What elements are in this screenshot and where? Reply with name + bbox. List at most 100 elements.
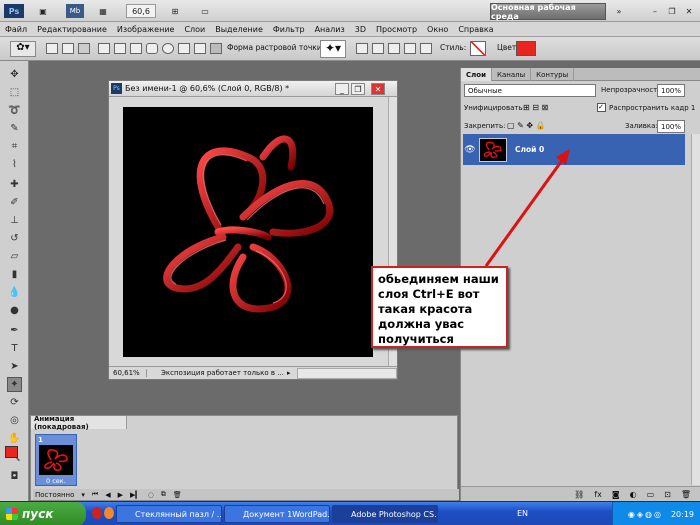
- style-picker[interactable]: [470, 41, 486, 56]
- animation-tab[interactable]: Анимация (покадровая): [31, 415, 127, 431]
- move-tool-icon[interactable]: ✥: [7, 67, 22, 82]
- taskbar-item-opera[interactable]: Стеклянный пазл / ...: [116, 505, 222, 523]
- lasso-tool-icon[interactable]: ➰: [7, 103, 22, 118]
- first-frame-icon[interactable]: ⏮: [92, 490, 98, 499]
- zoom-field[interactable]: 60,61%: [109, 369, 147, 377]
- freeform-pen-icon[interactable]: [114, 43, 126, 54]
- minimize-icon[interactable]: –: [648, 4, 662, 18]
- menu-filter[interactable]: Фильтр: [268, 25, 310, 34]
- path-select-tool-icon[interactable]: ➤: [7, 359, 22, 374]
- tween-icon[interactable]: ◌: [148, 491, 154, 499]
- restore-icon[interactable]: ❐: [665, 4, 679, 18]
- clone-stamp-icon[interactable]: ⊥: [7, 213, 22, 228]
- opacity-field[interactable]: 100%: [657, 84, 685, 97]
- clock[interactable]: 20:19: [671, 510, 694, 519]
- doc-minimize-icon[interactable]: _: [335, 83, 349, 95]
- document-titlebar[interactable]: Ps Без имени-1 @ 60,6% (Слой 0, RGB/8) *…: [109, 81, 397, 97]
- pen-tool-icon-box[interactable]: ✒: [7, 323, 22, 338]
- menu-view[interactable]: Просмотр: [371, 25, 422, 34]
- lock-buttons-icon[interactable]: ▢ ✎ ✥ 🔒: [507, 121, 546, 130]
- zoom-level-field[interactable]: 60,6: [126, 4, 156, 18]
- taskbar-item-photoshop[interactable]: Adobe Photoshop CS...: [332, 505, 438, 523]
- menu-image[interactable]: Изображение: [112, 25, 180, 34]
- menu-file[interactable]: Файл: [0, 25, 32, 34]
- menu-help[interactable]: Справка: [453, 25, 498, 34]
- quick-mask-icon[interactable]: ◘: [7, 469, 22, 484]
- loop-select[interactable]: Постоянно: [33, 491, 74, 499]
- rounded-rectangle-tool-icon[interactable]: [146, 43, 158, 54]
- 3d-camera-tool-icon[interactable]: ◎: [7, 413, 22, 428]
- new-layer-icon[interactable]: ⊡: [664, 490, 671, 499]
- frame-time[interactable]: 0 сек.: [46, 477, 66, 485]
- canvas[interactable]: [123, 107, 373, 357]
- custom-shape-tool-icon[interactable]: [210, 43, 222, 54]
- workspace-switcher[interactable]: Основная рабочая среда: [490, 3, 606, 21]
- screen-mode-icon[interactable]: ▭: [196, 4, 214, 18]
- workspace-menu-icon[interactable]: »: [612, 4, 626, 18]
- menu-3d[interactable]: 3D: [350, 25, 371, 34]
- exclude-mode-icon[interactable]: [420, 43, 432, 54]
- quick-select-tool-icon[interactable]: ✎: [7, 121, 22, 136]
- fill-pixels-icon[interactable]: [78, 43, 90, 54]
- blend-mode-select[interactable]: Обычные: [464, 84, 596, 97]
- intersect-mode-icon[interactable]: [404, 43, 416, 54]
- subtract-mode-icon[interactable]: [388, 43, 400, 54]
- play-icon[interactable]: ▶: [118, 491, 123, 499]
- custom-shape-tool-icon-box[interactable]: ✦: [7, 377, 22, 392]
- menu-window[interactable]: Окно: [422, 25, 453, 34]
- menu-layers[interactable]: Слои: [179, 25, 210, 34]
- add-mask-icon[interactable]: ◙: [612, 490, 620, 499]
- crop-tool-icon[interactable]: ⌗: [7, 139, 22, 154]
- paths-icon[interactable]: [62, 43, 74, 54]
- menu-select[interactable]: Выделение: [210, 25, 268, 34]
- color-swatch[interactable]: [516, 41, 536, 56]
- layer-name[interactable]: Слой 0: [515, 145, 544, 154]
- doc-horizontal-scrollbar[interactable]: [297, 367, 397, 379]
- new-layer-mode-icon[interactable]: [356, 43, 368, 54]
- eraser-tool-icon[interactable]: ▱: [7, 249, 22, 264]
- shape-layers-icon[interactable]: [46, 43, 58, 54]
- add-mode-icon[interactable]: [372, 43, 384, 54]
- arrange-icon[interactable]: ⊞: [166, 4, 184, 18]
- language-indicator[interactable]: EN: [517, 509, 528, 518]
- eyedropper-tool-icon[interactable]: ⌇: [7, 157, 22, 172]
- propagate-checkbox[interactable]: ✓: [597, 103, 606, 112]
- layers-scrollbar[interactable]: [691, 134, 700, 485]
- fill-field[interactable]: 100%: [657, 120, 685, 133]
- menu-edit[interactable]: Редактирование: [32, 25, 112, 34]
- taskbar-item-wordpad[interactable]: Документ 1WordPad...: [224, 505, 330, 523]
- unify-buttons-icon[interactable]: ⊞ ⊟ ⊠: [523, 103, 548, 112]
- opera-icon[interactable]: [92, 507, 102, 519]
- loop-dropdown-icon[interactable]: ▾: [81, 491, 85, 499]
- ellipse-tool-icon[interactable]: [162, 43, 174, 54]
- close-icon[interactable]: ✕: [682, 4, 696, 18]
- hand-tool-icon[interactable]: ✋: [7, 431, 22, 446]
- tray-icons[interactable]: ◉◈◍◎: [628, 510, 663, 519]
- doc-restore-icon[interactable]: ❐: [351, 83, 365, 95]
- polygon-tool-icon[interactable]: [178, 43, 190, 54]
- bridge-icon[interactable]: ▣: [34, 4, 52, 18]
- history-brush-icon[interactable]: ↺: [7, 231, 22, 246]
- tab-paths[interactable]: Контуры: [531, 68, 575, 81]
- dodge-tool-icon[interactable]: ●: [7, 303, 22, 318]
- brush-tool-icon[interactable]: ✐: [7, 195, 22, 210]
- extras-icon[interactable]: ▦: [94, 4, 112, 18]
- blur-tool-icon[interactable]: 💧: [7, 285, 22, 300]
- menu-analysis[interactable]: Анализ: [310, 25, 350, 34]
- foreground-color[interactable]: [5, 446, 18, 458]
- layer-style-icon[interactable]: fx: [594, 490, 602, 499]
- status-menu-arrow-icon[interactable]: ▸: [287, 369, 297, 377]
- start-button[interactable]: пуск: [0, 502, 86, 525]
- 3d-rotate-tool-icon[interactable]: ⟳: [7, 395, 22, 410]
- type-tool-icon[interactable]: T: [7, 341, 22, 356]
- adjustment-layer-icon[interactable]: ◐: [630, 490, 637, 499]
- firefox-icon[interactable]: [104, 507, 114, 519]
- gradient-tool-icon[interactable]: ▮: [7, 267, 22, 282]
- tab-channels[interactable]: Каналы: [492, 68, 532, 81]
- prev-frame-icon[interactable]: ◀: [105, 491, 110, 499]
- custom-shape-picker[interactable]: ✦▾: [320, 40, 346, 58]
- layer-row[interactable]: 👁 Слой 0: [463, 134, 685, 165]
- delete-frame-icon[interactable]: 🗑: [173, 491, 182, 499]
- doc-close-icon[interactable]: ✕: [371, 83, 385, 95]
- rectangle-tool-icon[interactable]: [130, 43, 142, 54]
